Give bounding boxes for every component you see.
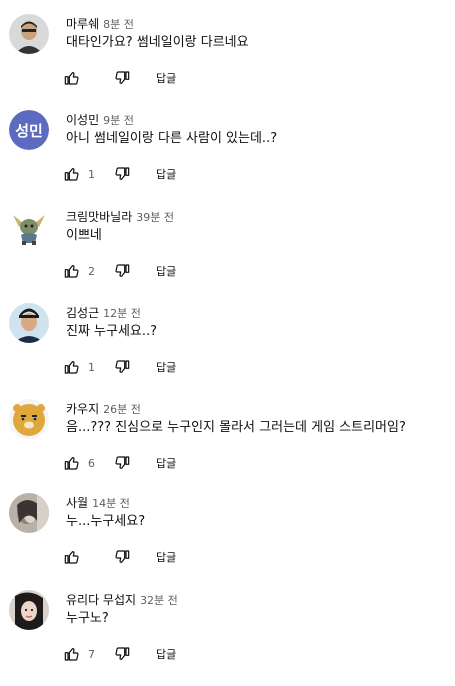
- comment: 김성근 12분 전 진짜 누구세요..? 1 답글: [0, 303, 455, 399]
- like-count: 1: [88, 167, 95, 181]
- avatar[interactable]: [9, 399, 49, 439]
- reply-button[interactable]: 답글: [156, 646, 176, 662]
- comment: 사월 14분 전 누...누구세요? 답글: [0, 493, 455, 589]
- comment-text: 진짜 누구세요..?: [66, 324, 158, 339]
- comment-author[interactable]: 마루쉐: [66, 17, 99, 31]
- like-count: 6: [88, 456, 95, 470]
- comment: 마루쉐 8분 전 대타인가요? 썸네일이랑 다르네요 답글: [0, 14, 455, 110]
- like-count: 1: [88, 360, 95, 374]
- comment-time[interactable]: 39분 전: [136, 211, 174, 224]
- comment-actions: 1 답글: [60, 355, 176, 379]
- comment-author[interactable]: 김성근: [66, 306, 99, 320]
- like-button[interactable]: [60, 259, 84, 283]
- like-button[interactable]: [60, 451, 84, 475]
- comment-time[interactable]: 12분 전: [103, 307, 141, 320]
- comment-list: 마루쉐 8분 전 대타인가요? 썸네일이랑 다르네요 답글 성민 이성민 9분 전 …: [0, 0, 455, 677]
- dislike-button[interactable]: [110, 642, 134, 666]
- comment-actions: 7 답글: [60, 642, 176, 666]
- comment-author[interactable]: 크림맛바닐라: [66, 210, 132, 224]
- comment-text: 누...누구세요?: [66, 514, 146, 529]
- avatar[interactable]: [9, 207, 49, 247]
- thumb-up-icon: [64, 361, 79, 374]
- comment: 성민 이성민 9분 전 아니 썸네일이랑 다른 사람이 있는데..? 1 답글: [0, 110, 455, 206]
- comment-time[interactable]: 32분 전: [140, 594, 178, 607]
- comment: 카우지 26분 전 음...??? 진심으로 누구인지 몰라서 그러는데 게임 스…: [0, 399, 455, 495]
- avatar[interactable]: [9, 14, 49, 54]
- dislike-button[interactable]: [110, 259, 134, 283]
- comment-time[interactable]: 8분 전: [103, 18, 134, 31]
- avatar[interactable]: [9, 590, 49, 630]
- thumb-down-icon: [115, 647, 130, 660]
- thumb-down-icon: [115, 360, 130, 373]
- comment-time[interactable]: 9분 전: [103, 114, 134, 127]
- comment-actions: 2 답글: [60, 259, 176, 283]
- dislike-button[interactable]: [110, 66, 134, 90]
- like-button[interactable]: [60, 545, 84, 569]
- reply-button[interactable]: 답글: [156, 166, 176, 182]
- thumb-up-icon: [64, 168, 79, 181]
- comment: 크림맛바닐라 39분 전 이쁘네 2 답글: [0, 207, 455, 303]
- avatar-initials: 성민: [9, 110, 49, 150]
- thumb-up-icon: [64, 72, 79, 85]
- reply-button[interactable]: 답글: [156, 549, 176, 565]
- like-button[interactable]: [60, 642, 84, 666]
- thumb-up-icon: [64, 457, 79, 470]
- comment-author[interactable]: 카우지: [66, 402, 99, 416]
- comment-text: 누구노?: [66, 611, 109, 626]
- reply-button[interactable]: 답글: [156, 263, 176, 279]
- thumb-up-icon: [64, 551, 79, 564]
- like-button[interactable]: [60, 162, 84, 186]
- comment-author[interactable]: 유리다 무섭지: [66, 593, 136, 607]
- thumb-down-icon: [115, 264, 130, 277]
- like-count: 7: [88, 647, 95, 661]
- comment-time[interactable]: 26분 전: [103, 403, 141, 416]
- comment-text: 음...??? 진심으로 누구인지 몰라서 그러는데 게임 스트리머임?: [66, 420, 406, 435]
- comment-actions: 6 답글: [60, 451, 176, 475]
- avatar[interactable]: 성민: [9, 110, 49, 150]
- like-button[interactable]: [60, 66, 84, 90]
- thumb-up-icon: [64, 265, 79, 278]
- comment-time[interactable]: 14분 전: [92, 497, 130, 510]
- like-count: 2: [88, 264, 95, 278]
- thumb-down-icon: [115, 550, 130, 563]
- comment: 유리다 무섭지 32분 전 누구노? 7 답글: [0, 590, 455, 686]
- thumb-down-icon: [115, 71, 130, 84]
- comment-actions: 1 답글: [60, 162, 176, 186]
- comment-text: 이쁘네: [66, 228, 102, 243]
- reply-button[interactable]: 답글: [156, 359, 176, 375]
- dislike-button[interactable]: [110, 545, 134, 569]
- dislike-button[interactable]: [110, 355, 134, 379]
- reply-button[interactable]: 답글: [156, 70, 176, 86]
- comment-author[interactable]: 사월: [66, 496, 88, 510]
- dislike-button[interactable]: [110, 162, 134, 186]
- comment-actions: 답글: [60, 66, 176, 90]
- comment-text: 대타인가요? 썸네일이랑 다르네요: [66, 35, 249, 50]
- avatar[interactable]: [9, 493, 49, 533]
- reply-button[interactable]: 답글: [156, 455, 176, 471]
- comment-actions: 답글: [60, 545, 176, 569]
- comment-text: 아니 썸네일이랑 다른 사람이 있는데..?: [66, 131, 278, 146]
- dislike-button[interactable]: [110, 451, 134, 475]
- thumb-down-icon: [115, 456, 130, 469]
- thumb-down-icon: [115, 167, 130, 180]
- thumb-up-icon: [64, 648, 79, 661]
- like-button[interactable]: [60, 355, 84, 379]
- comment-author[interactable]: 이성민: [66, 113, 99, 127]
- avatar[interactable]: [9, 303, 49, 343]
